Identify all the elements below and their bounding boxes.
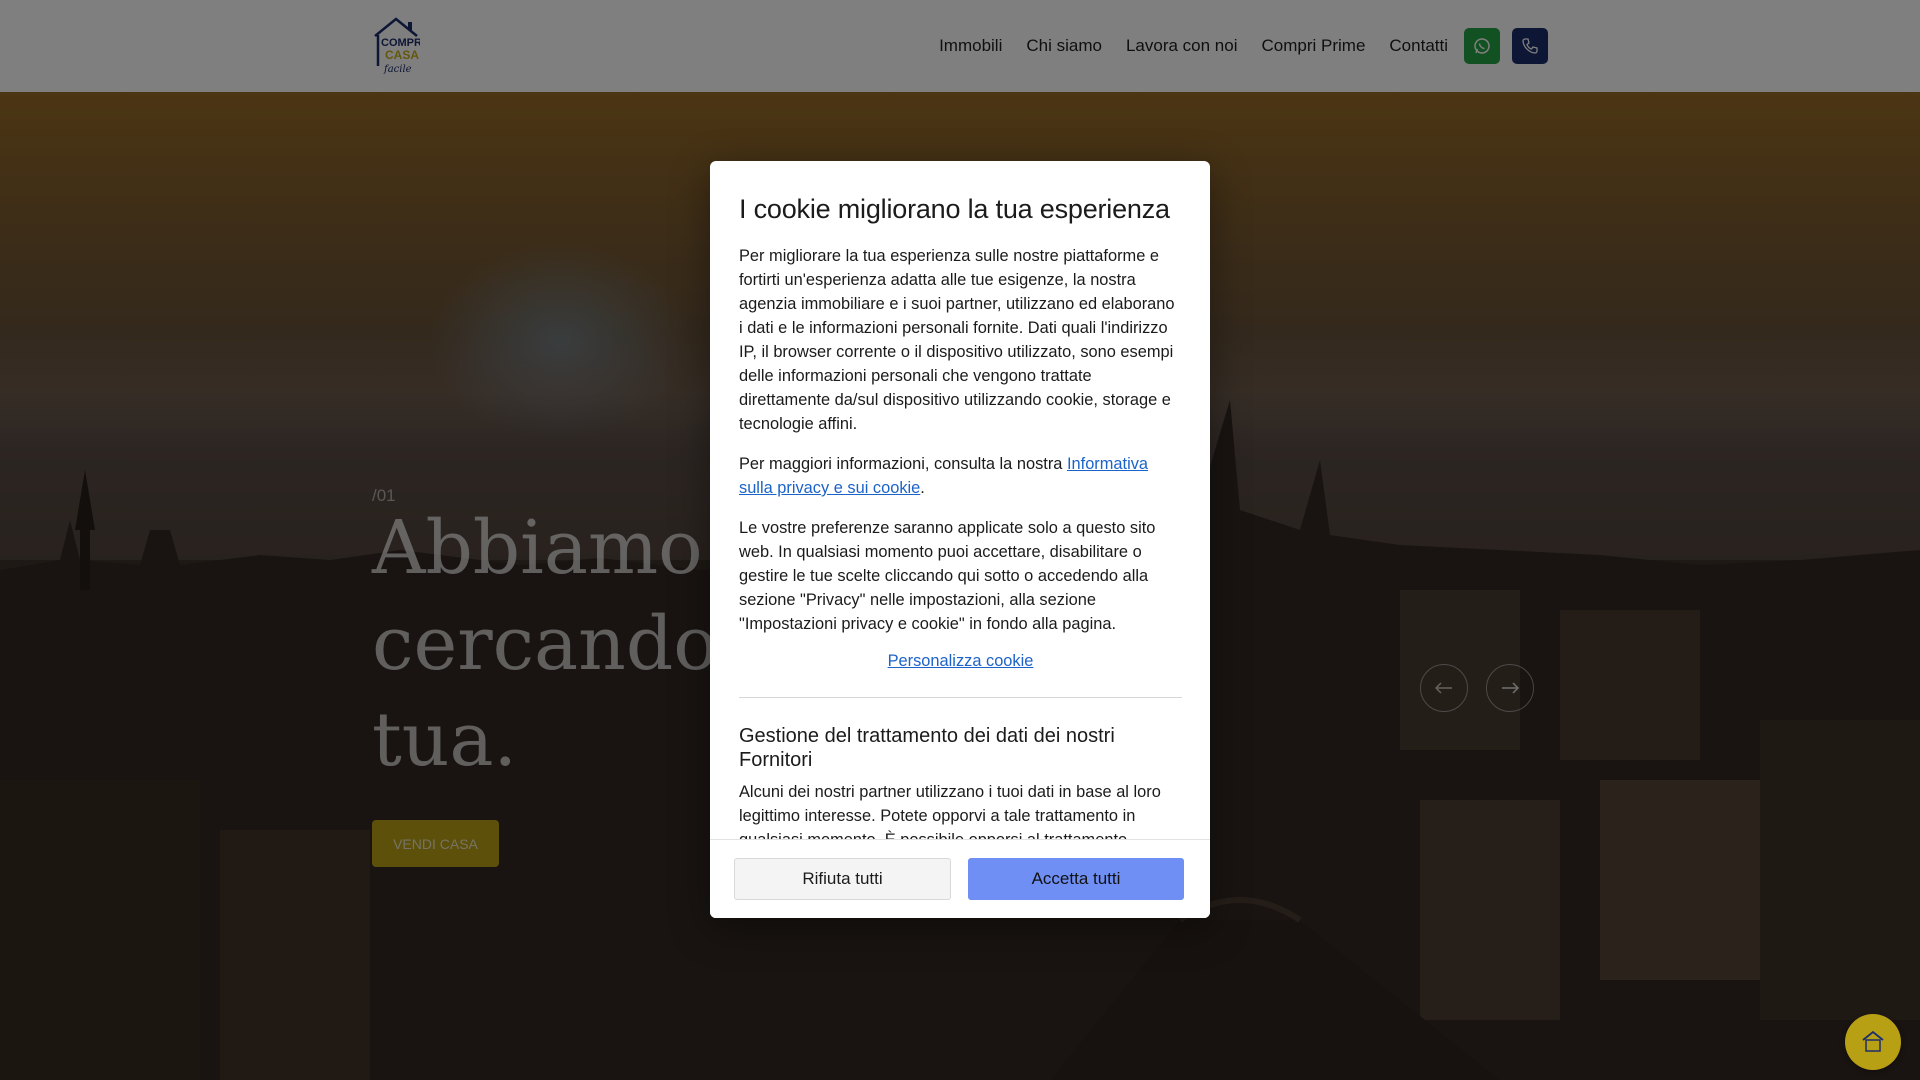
- accept-all-button[interactable]: Accetta tutti: [968, 858, 1184, 900]
- vendors-section-text: Alcuni dei nostri partner utilizzano i t…: [739, 783, 1161, 839]
- reject-all-button[interactable]: Rifiuta tutti: [734, 858, 951, 900]
- cookie-info-text: Per maggiori informazioni, consulta la n…: [739, 452, 1182, 500]
- cookie-info-suffix: .: [920, 479, 925, 497]
- cookie-modal-footer: Rifiuta tutti Accetta tutti: [710, 839, 1210, 918]
- cookie-info-prefix: Per maggiori informazioni, consulta la n…: [739, 455, 1067, 473]
- cookie-intro-text: Per migliorare la tua esperienza sulle n…: [739, 247, 1175, 433]
- chat-logo-icon: [1862, 1030, 1884, 1052]
- vendors-section-title: Gestione del trattamento dei dati dei no…: [739, 725, 1115, 771]
- personalize-cookie-link[interactable]: Personalizza cookie: [739, 652, 1182, 671]
- chat-widget-button[interactable]: [1845, 1014, 1901, 1070]
- cookie-consent-modal: I cookie migliorano la tua esperienza Pe…: [710, 161, 1210, 918]
- cookie-modal-title: I cookie migliorano la tua esperienza: [739, 194, 1170, 224]
- cookie-modal-scroll-area[interactable]: I cookie migliorano la tua esperienza Pe…: [710, 161, 1210, 839]
- modal-divider: [739, 697, 1182, 698]
- cookie-preferences-text: Le vostre preferenze saranno applicate s…: [739, 519, 1156, 633]
